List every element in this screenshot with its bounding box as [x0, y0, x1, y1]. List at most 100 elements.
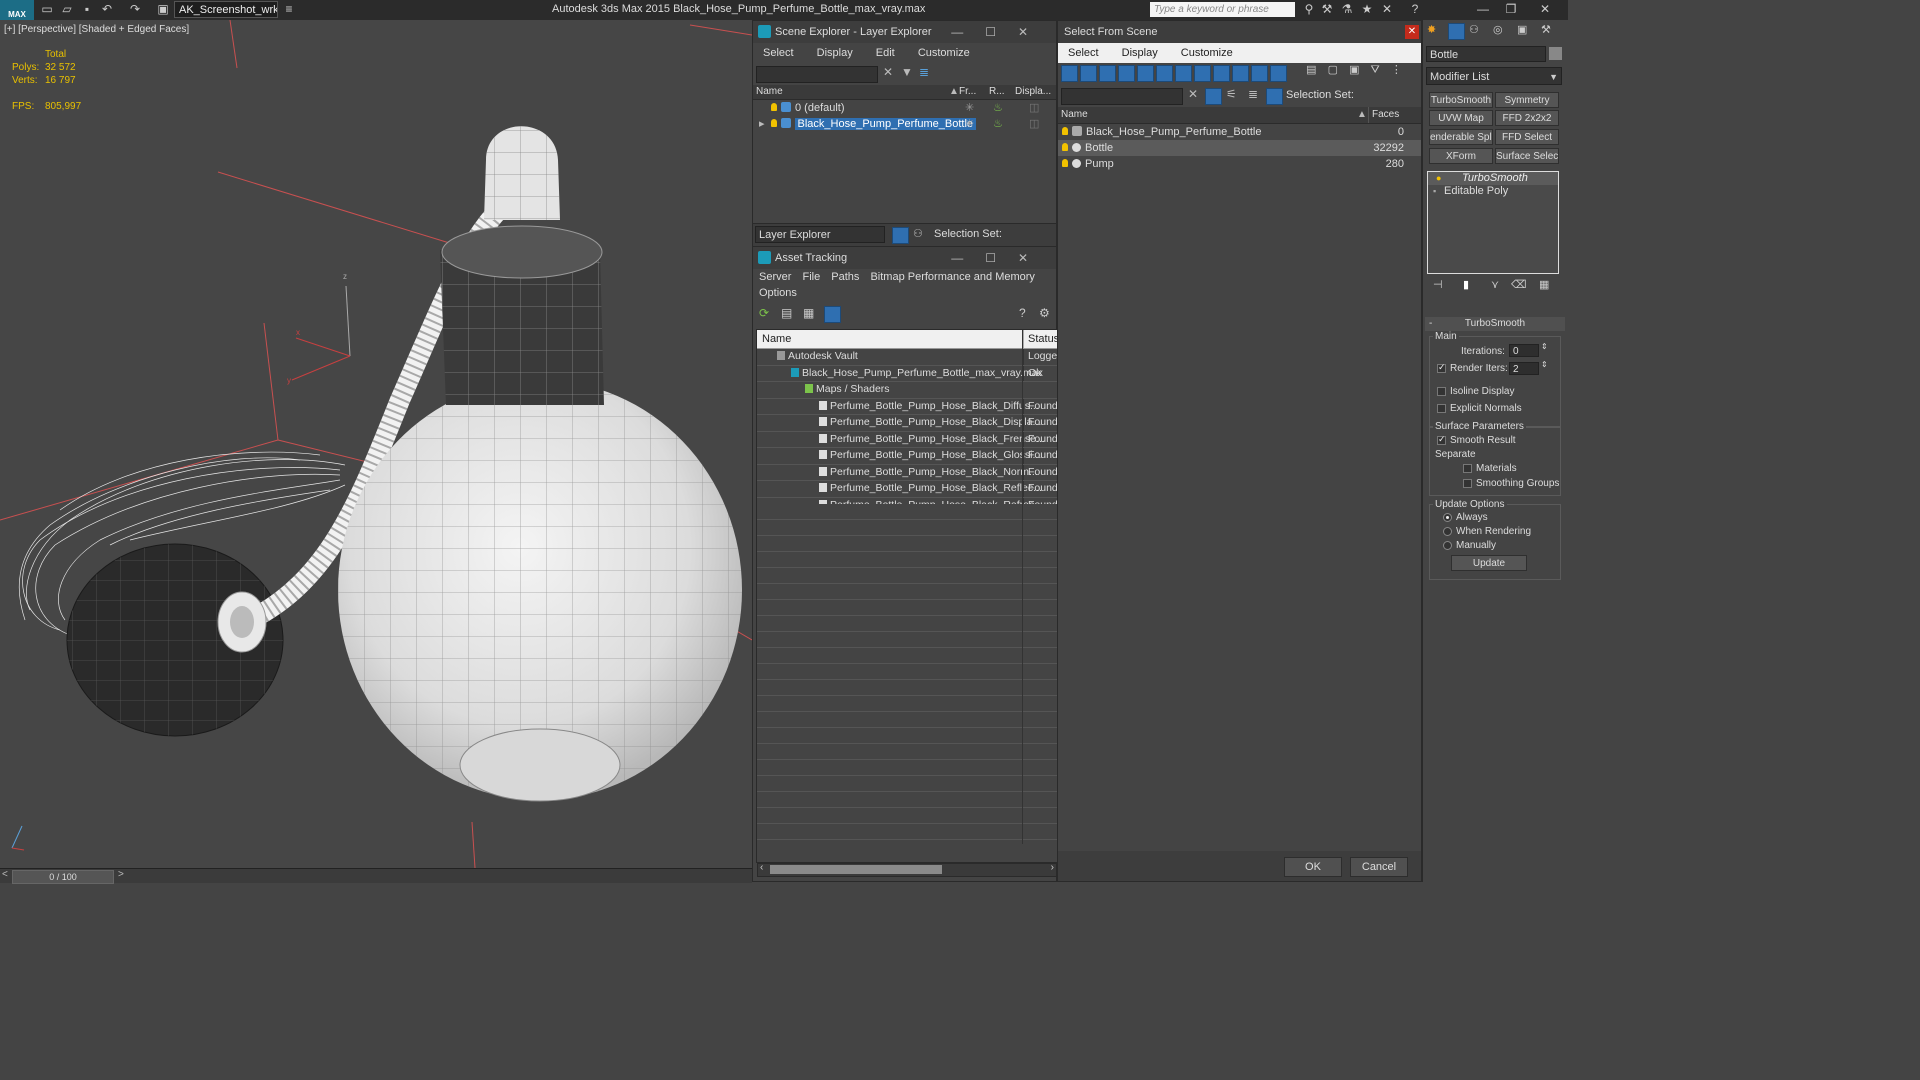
filter-icon[interactable]: ▼: [901, 65, 913, 79]
make-unique-icon[interactable]: ⋎: [1491, 278, 1499, 291]
spinner-arrows-icon[interactable]: ⇕: [1541, 342, 1548, 351]
viewport-label[interactable]: [+] [Perspective] [Shaded + Edged Faces]: [4, 24, 189, 35]
exchange-icon[interactable]: ✕: [1378, 1, 1396, 18]
hidden-filter-icon[interactable]: [1270, 65, 1287, 82]
perspective-viewport[interactable]: [+] [Perspective] [Shaded + Edged Faces]…: [0, 20, 752, 868]
smoothing-groups-checkbox[interactable]: [1463, 479, 1472, 488]
turbosmooth-button[interactable]: TurboSmooth: [1429, 92, 1493, 108]
object-color-swatch[interactable]: [1549, 47, 1562, 60]
configure-sets-icon[interactable]: ▦: [1539, 278, 1549, 291]
hierarchy-icon[interactable]: ⚇: [913, 227, 923, 240]
col-asset-name[interactable]: Name: [762, 330, 791, 348]
expand-box-icon[interactable]: ▪: [1433, 185, 1436, 198]
stack-item-editable-poly[interactable]: ▪ Editable Poly: [1428, 185, 1558, 198]
menu-server[interactable]: Server: [759, 271, 791, 283]
scene-search-input[interactable]: [1061, 88, 1183, 105]
asset-row[interactable]: Perfume_Bottle_Pump_Hose_Black_Displa...…: [757, 415, 1058, 432]
menu-select[interactable]: Select: [1068, 47, 1099, 59]
asset-row[interactable]: Black_Hose_Pump_Perfume_Bottle_max_vray.…: [757, 365, 1057, 382]
asset-tracking-window-buttons[interactable]: —☐✕: [951, 247, 1050, 269]
render-iters-spinner[interactable]: 2: [1509, 362, 1539, 375]
update-button[interactable]: Update: [1451, 555, 1527, 571]
col-display[interactable]: Displa...: [1015, 85, 1051, 99]
menu-display[interactable]: Display: [817, 47, 853, 59]
display-children-icon[interactable]: [1205, 88, 1222, 105]
remove-modifier-icon[interactable]: ⌫: [1511, 278, 1527, 291]
uvw-map-button[interactable]: UVW Map: [1429, 110, 1493, 126]
spacewarps-filter-icon[interactable]: [1156, 65, 1173, 82]
smooth-result-checkbox[interactable]: [1437, 434, 1446, 445]
symmetry-button[interactable]: Symmetry: [1495, 92, 1559, 108]
cameras-filter-icon[interactable]: [1118, 65, 1135, 82]
col-faces[interactable]: Faces: [1368, 107, 1406, 123]
display-influences-icon[interactable]: ⚟: [1226, 87, 1237, 101]
refresh-icon[interactable]: ⟳: [759, 306, 769, 320]
favorites-icon[interactable]: ★: [1358, 1, 1376, 18]
menu-display[interactable]: Display: [1122, 47, 1158, 59]
display-icon[interactable]: ◫: [1029, 116, 1039, 132]
workspace-menu-icon[interactable]: ≡: [280, 1, 298, 18]
select-invert-icon[interactable]: ▣: [1349, 64, 1359, 76]
open-file-icon[interactable]: ▱: [58, 1, 76, 18]
utilities-tab-icon[interactable]: ⚒: [1541, 23, 1551, 36]
menu-customize[interactable]: Customize: [1181, 47, 1233, 59]
time-slider[interactable]: 0 / 100: [12, 870, 114, 884]
layer-row-bottle[interactable]: ▸ Black_Hose_Pump_Perfume_Bottle ✳ ♨ ◫: [753, 116, 1056, 132]
scene-object-row[interactable]: Black_Hose_Pump_Perfume_Bottle 0: [1058, 124, 1421, 140]
turbosmooth-rollout-header[interactable]: - TurboSmooth: [1425, 317, 1565, 331]
asset-row[interactable]: Perfume_Bottle_Pump_Hose_Black_Reflec...…: [757, 481, 1058, 498]
freeze-icon[interactable]: ✳: [965, 100, 974, 116]
minimize-icon[interactable]: —: [1474, 1, 1492, 18]
col-frozen[interactable]: Fr...: [959, 85, 976, 99]
settings-icon[interactable]: ⚙: [1039, 306, 1050, 320]
select-all-icon[interactable]: ▤: [1306, 64, 1316, 76]
scroll-left-icon[interactable]: ‹: [760, 862, 763, 873]
freeze-icon[interactable]: ✳: [965, 116, 974, 132]
help-icon[interactable]: ?: [1019, 306, 1026, 320]
when-rendering-radio[interactable]: [1443, 527, 1452, 536]
renderable-spline-button[interactable]: enderable Splir: [1429, 129, 1493, 145]
frozen-filter-icon[interactable]: [1251, 65, 1268, 82]
menu-file[interactable]: File: [802, 271, 820, 283]
explicit-normals-checkbox[interactable]: [1437, 404, 1446, 413]
col-asset-status[interactable]: Status: [1023, 330, 1059, 348]
asset-row[interactable]: Perfume_Bottle_Pump_Hose_Black_Frense...…: [757, 431, 1058, 448]
cancel-button[interactable]: Cancel: [1350, 857, 1408, 877]
xform-button[interactable]: XForm: [1429, 148, 1493, 164]
manually-radio[interactable]: [1443, 541, 1452, 550]
ffd-2x2x2-button[interactable]: FFD 2x2x2: [1495, 110, 1559, 126]
filter-funnel-icon[interactable]: ⛛: [1371, 64, 1380, 76]
layer-explorer-icon[interactable]: [892, 227, 909, 244]
iterations-spinner[interactable]: 0: [1509, 344, 1539, 357]
modifier-list-dropdown[interactable]: Modifier List ▼: [1426, 67, 1562, 85]
light-bulb-icon[interactable]: ●: [1436, 172, 1441, 185]
new-file-icon[interactable]: ▭: [38, 1, 56, 18]
close-icon[interactable]: ✕: [1405, 25, 1419, 39]
asset-hscroll-thumb[interactable]: [770, 865, 942, 874]
helpers-filter-icon[interactable]: [1137, 65, 1154, 82]
asset-row[interactable]: Maps / Shaders: [757, 382, 1057, 399]
hierarchy-tab-icon[interactable]: ⚇: [1469, 23, 1479, 36]
binoculars-icon[interactable]: ⚲: [1300, 1, 1318, 18]
project-folder-icon[interactable]: ▣: [154, 1, 172, 18]
menu-select[interactable]: Select: [763, 47, 794, 59]
clear-search-icon[interactable]: ✕: [883, 65, 893, 79]
menu-bitmap-performance[interactable]: Bitmap Performance and Memory: [870, 271, 1034, 283]
asset-row[interactable]: Autodesk Vault Logged: [757, 349, 1062, 366]
select-none-icon[interactable]: ▢: [1328, 64, 1338, 76]
show-end-result-icon[interactable]: ▮: [1463, 278, 1469, 291]
search-input[interactable]: Type a keyword or phrase: [1150, 2, 1295, 17]
communication-icon[interactable]: ⚗: [1338, 1, 1356, 18]
time-prev-icon[interactable]: <: [2, 869, 8, 880]
shapes-filter-icon[interactable]: [1080, 65, 1097, 82]
menu-paths[interactable]: Paths: [831, 271, 859, 283]
col-name[interactable]: Name: [756, 85, 783, 99]
scene-object-row[interactable]: Pump 280: [1058, 156, 1421, 172]
motion-tab-icon[interactable]: ◎: [1493, 23, 1503, 36]
menu-customize[interactable]: Customize: [918, 47, 970, 59]
modify-tab-icon[interactable]: [1448, 23, 1465, 40]
scene-explorer-search-input[interactable]: [756, 66, 878, 83]
layer-row-default[interactable]: 0 (default) ✳ ♨ ◫: [753, 100, 1056, 116]
tools-icon[interactable]: ⚒: [1318, 1, 1336, 18]
xrefs-filter-icon[interactable]: [1194, 65, 1211, 82]
